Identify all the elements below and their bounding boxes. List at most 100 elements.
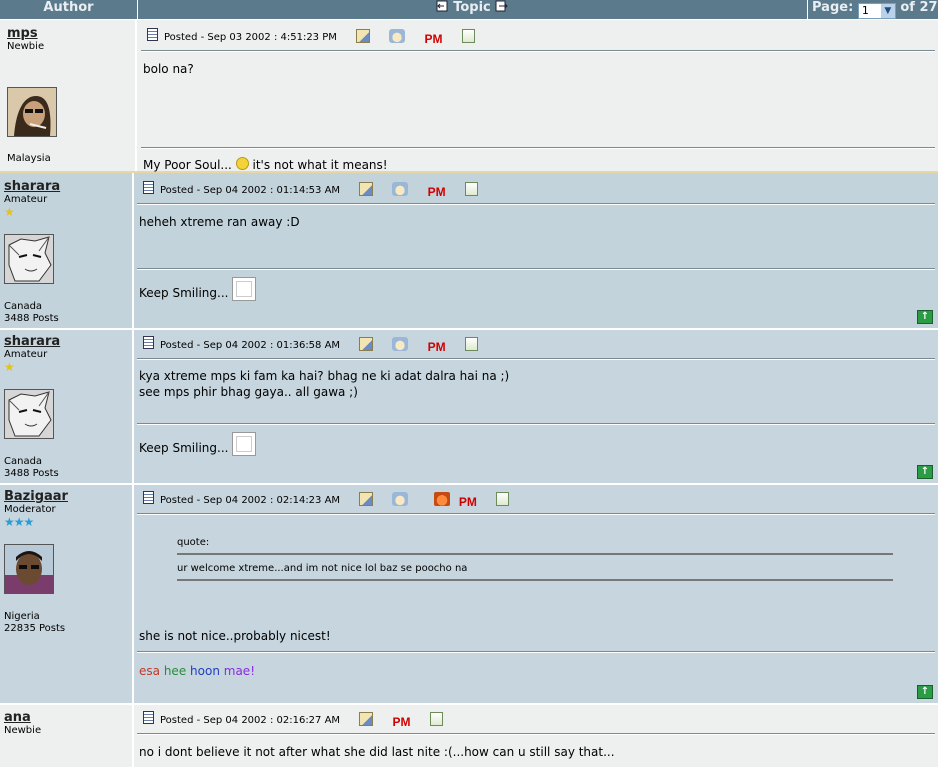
document-icon [143,711,154,724]
go-to-top-icon[interactable]: ↑ [917,465,933,479]
reply-with-quote-icon[interactable] [429,712,443,726]
homepage-icon[interactable] [433,492,450,506]
author-rank: Amateur [4,194,48,205]
post-text: no i dont believe it not after what she … [139,745,615,759]
pm-button[interactable]: PM [428,184,446,199]
author-location: Canada [4,456,43,467]
signature: My Poor Soul... it's not what it means! [143,157,388,172]
document-icon [143,491,154,504]
edit-profile-icon[interactable] [359,712,374,726]
forum-post: mps Newbie Malaysia Posted - Sep 03 2002… [0,20,938,173]
pm-button[interactable]: PM [459,494,477,509]
signature-divider [141,147,935,149]
author-post-count: 3488 Posts [4,313,59,324]
rank-stars: ★ [4,205,15,219]
author-cell: sharara Amateur ★ Canada 3488 Posts [0,330,134,483]
author-column-header: Author [0,0,138,19]
post-date: Posted - Sep 04 2002 : 01:36:58 AM [160,340,341,351]
author-cell: sharara Amateur ★ Canada 3488 Posts [0,173,134,328]
quote-top-rule [177,553,893,555]
edit-profile-icon[interactable] [359,182,374,196]
broken-image-icon [232,432,257,456]
author-name-link[interactable]: Bazigaar [4,489,68,504]
email-icon[interactable] [392,337,409,351]
post-date: Posted - Sep 04 2002 : 02:16:27 AM [160,715,341,726]
quote-bottom-rule [177,579,893,581]
email-icon[interactable] [392,182,409,196]
post-header: Posted - Sep 04 2002 : 02:16:27 AM PM [143,711,443,729]
author-rank: Moderator [4,504,56,515]
signature-divider [137,651,935,653]
rank-stars: ★ [4,360,15,374]
edit-profile-icon[interactable] [356,29,371,43]
author-post-count: 3488 Posts [4,468,59,479]
post-header: Posted - Sep 03 2002 : 4:51:23 PM PM [147,28,475,46]
smiley-icon [235,157,249,170]
email-icon[interactable] [389,29,406,43]
avatar [7,87,57,137]
next-topic-icon[interactable] [495,0,509,12]
author-rank: Newbie [7,41,45,52]
quote-text: ur welcome xtreme...and im not nice lol … [177,563,468,574]
post-date: Posted - Sep 03 2002 : 4:51:23 PM [164,32,337,43]
post-header: Posted - Sep 04 2002 : 02:14:23 AM PM [143,491,509,509]
post-text: kya xtreme mps ki fam ka hai? bhag ne ki… [139,369,510,383]
author-name-link[interactable]: mps [7,26,38,41]
post-text: see mps phir bhag gaya.. all gawa ;) [139,385,358,399]
author-rank: Amateur [4,349,48,360]
post-text: bolo na? [143,62,194,76]
forum-post: ana Newbie Posted - Sep 04 2002 : 02:16:… [0,705,938,767]
post-date: Posted - Sep 04 2002 : 02:14:23 AM [160,495,341,506]
email-icon[interactable] [392,492,409,506]
edit-profile-icon[interactable] [359,337,374,351]
post-text: heheh xtreme ran away :D [139,215,300,229]
post-divider [141,50,935,52]
author-post-count: 22835 Posts [4,623,66,634]
reply-with-quote-icon[interactable] [464,337,478,351]
post-divider [137,203,935,205]
post-text: she is not nice..probably nicest! [139,629,331,643]
post-body: Posted - Sep 03 2002 : 4:51:23 PM PM bol… [141,20,935,172]
author-name-link[interactable]: ana [4,710,31,725]
reply-with-quote-icon[interactable] [464,182,478,196]
topic-table-header: Author Topic Page: 1 ▼ of 27 [0,0,938,20]
forum-post: sharara Amateur ★ Canada 3488 Posts Post… [0,173,938,330]
pm-button[interactable]: PM [424,31,442,46]
post-date: Posted - Sep 04 2002 : 01:14:53 AM [160,185,341,196]
author-location: Malaysia [7,153,51,164]
post-body: Posted - Sep 04 2002 : 01:36:58 AM PM ky… [137,330,935,483]
post-divider [137,513,935,515]
forum-post: Bazigaar Moderator ★★★ Nigeria 22835 Pos… [0,485,938,705]
document-icon [147,28,158,41]
edit-profile-icon[interactable] [359,492,374,506]
pm-button[interactable]: PM [392,714,410,729]
author-name-link[interactable]: sharara [4,179,60,194]
post-header: Posted - Sep 04 2002 : 01:36:58 AM PM [143,336,478,354]
post-body: Posted - Sep 04 2002 : 02:16:27 AM PM no… [137,705,935,767]
signature: Keep Smiling... [139,432,257,456]
post-divider [137,358,935,360]
page-select[interactable]: 1 ▼ [857,3,896,19]
quote-label: quote: [177,537,210,548]
forum-post: sharara Amateur ★ Canada 3488 Posts Post… [0,330,938,485]
pagination: Page: 1 ▼ of 27 [807,0,938,19]
document-icon [143,336,154,349]
signature: Keep Smiling... [139,277,257,301]
signature-divider [137,423,935,425]
avatar [4,544,54,594]
post-body: Posted - Sep 04 2002 : 01:14:53 AM PM he… [137,173,935,328]
document-icon [143,181,154,194]
go-to-top-icon[interactable]: ↑ [917,685,933,699]
reply-with-quote-icon[interactable] [496,492,509,506]
signature-divider [137,268,935,270]
pm-button[interactable]: PM [428,339,446,354]
page-label: Page: [812,0,854,15]
previous-topic-icon[interactable] [435,0,449,12]
go-to-top-icon[interactable]: ↑ [917,310,933,324]
topic-column-header: Topic [138,0,806,19]
reply-with-quote-icon[interactable] [461,29,475,43]
avatar [4,389,54,439]
author-name-link[interactable]: sharara [4,334,60,349]
author-location: Nigeria [4,611,40,622]
rank-stars: ★★★ [4,515,34,529]
